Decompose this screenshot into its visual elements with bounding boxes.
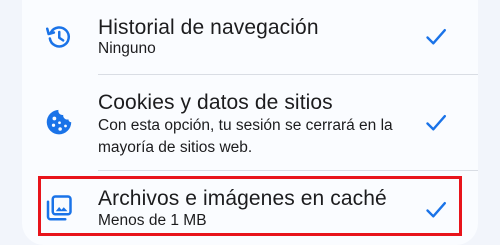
cached-images-files-subtitle: Menos de 1 MB — [98, 212, 207, 229]
clear-data-options-card: Historial de navegación Ninguno Cookies … — [22, 0, 478, 245]
browsing-history-subtitle: Ninguno — [98, 40, 156, 57]
checkmark-icon[interactable] — [424, 25, 448, 49]
cookies-site-data-option[interactable]: Cookies y datos de sitios Con esta opció… — [22, 75, 478, 170]
cached-images-files-title: Archivos e imágenes en caché — [98, 187, 387, 210]
cookie-icon — [44, 107, 74, 137]
image-cache-icon — [44, 193, 74, 223]
checkmark-icon[interactable] — [424, 111, 448, 135]
cookies-site-data-title: Cookies y datos de sitios — [98, 91, 333, 114]
browsing-history-title: Historial de navegación — [98, 16, 319, 39]
browsing-history-option[interactable]: Historial de navegación Ninguno — [22, 0, 478, 75]
cached-images-files-option[interactable]: Archivos e imágenes en caché Menos de 1 … — [22, 171, 478, 245]
checkmark-icon[interactable] — [424, 198, 448, 222]
cookies-site-data-subtitle: Con esta opción, tu sesión se cerrará en… — [98, 117, 393, 156]
history-icon — [44, 22, 74, 52]
